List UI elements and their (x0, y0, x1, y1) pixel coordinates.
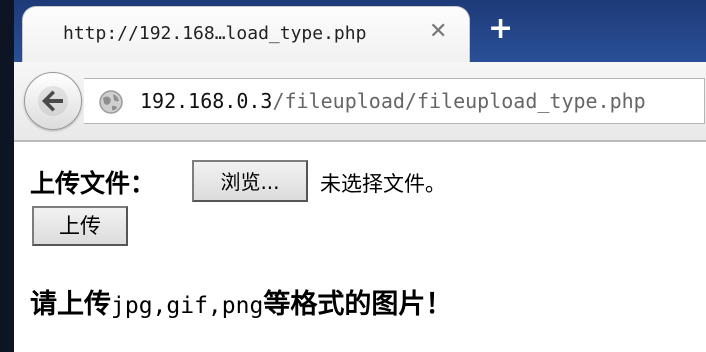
upload-button[interactable]: 上传 (32, 206, 128, 246)
url-text: 192.168.0.3/fileupload/fileupload_type.p… (140, 89, 646, 113)
url-path: /fileupload/fileupload_type.php (272, 89, 646, 113)
back-arrow-icon (38, 86, 68, 116)
globe-icon (98, 89, 124, 119)
format-notice: 请上传jpg,gif,png等格式的图片！ (30, 282, 452, 321)
close-icon[interactable]: ✕ (429, 19, 447, 44)
window-edge (0, 0, 14, 352)
address-bar[interactable]: 192.168.0.3/fileupload/fileupload_type.p… (84, 78, 705, 124)
page-content: 上传文件： 浏览... 未选择文件。 上传 请上传jpg,gif,png等格式的… (14, 142, 706, 352)
back-button[interactable] (24, 72, 82, 130)
upload-file-label: 上传文件： (30, 169, 156, 198)
no-file-selected-text: 未选择文件。 (320, 172, 446, 196)
navigation-bar: 192.168.0.3/fileupload/fileupload_type.p… (14, 62, 706, 142)
browser-tab[interactable]: http://192.168…load_type.php ✕ (22, 6, 470, 63)
tab-title: http://192.168…load_type.php (63, 23, 367, 44)
url-host: 192.168.0.3 (140, 89, 273, 113)
plus-icon[interactable]: + (488, 14, 513, 44)
notice-suffix: 等格式的图片！ (263, 289, 453, 320)
notice-formats: jpg,gif,png (111, 293, 264, 319)
notice-prefix: 请上传 (30, 289, 111, 320)
browse-button[interactable]: 浏览... (192, 160, 308, 202)
